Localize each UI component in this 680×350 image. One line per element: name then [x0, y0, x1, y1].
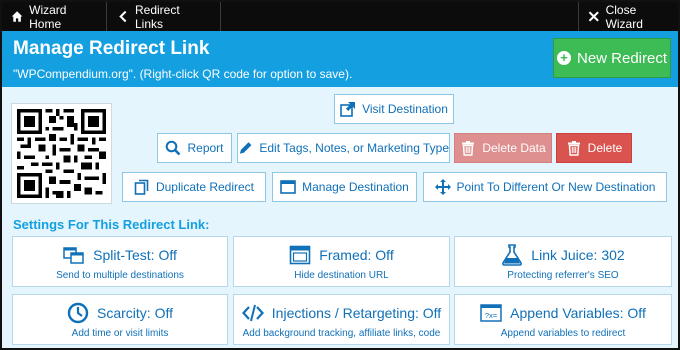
append-variables-desc: Append variables to redirect [500, 328, 626, 339]
close-wizard-button[interactable]: Close Wizard [578, 2, 678, 31]
link-juice-desc: Protecting referrer's SEO [507, 270, 619, 281]
duplicate-icon [134, 179, 149, 195]
scarcity-title: Scarcity: Off [97, 305, 173, 321]
injections-desc: Add background tracking, affiliate links… [242, 328, 441, 339]
scarcity-card[interactable]: Scarcity: Off Add time or visit limits [12, 294, 228, 345]
report-button[interactable]: Report [157, 133, 232, 163]
plus-circle-icon: + [556, 51, 571, 65]
manage-destination-label: Manage Destination [302, 180, 409, 194]
svg-text:?x=: ?x= [485, 311, 498, 320]
split-test-title: Split-Test: Off [93, 247, 177, 263]
report-label: Report [187, 141, 224, 155]
wizard-home-button[interactable]: Wizard Home [2, 2, 107, 31]
redirect-links-label: Redirect Links [135, 2, 180, 31]
point-destination-button[interactable]: Point To Different Or New Destination [423, 172, 667, 202]
trash-icon [567, 141, 580, 156]
framed-window-icon [289, 245, 311, 265]
delete-data-label: Delete Data [482, 141, 546, 155]
close-icon [588, 11, 599, 22]
visit-destination-button[interactable]: Visit Destination [334, 94, 454, 124]
trash-icon [462, 141, 475, 156]
edit-tags-button[interactable]: Edit Tags, Notes, or Marketing Type [237, 133, 450, 163]
variables-icon: ?x= [480, 304, 502, 322]
manage-destination-button[interactable]: Manage Destination [272, 172, 417, 202]
close-wizard-label: Close Wizard [605, 2, 643, 31]
new-redirect-button[interactable]: + New Redirect [553, 38, 671, 78]
point-destination-label: Point To Different Or New Destination [456, 180, 656, 194]
qr-code[interactable] [11, 103, 112, 204]
page-title: Manage Redirect Link [13, 38, 210, 59]
injections-card[interactable]: Injections / Retargeting: Off Add backgr… [233, 294, 450, 345]
duplicate-redirect-button[interactable]: Duplicate Redirect [122, 172, 266, 202]
framed-desc: Hide destination URL [294, 270, 389, 281]
home-icon [11, 11, 23, 22]
scarcity-desc: Add time or visit limits [71, 328, 169, 339]
framed-card[interactable]: Framed: Off Hide destination URL [233, 236, 450, 287]
redirect-links-button[interactable]: Redirect Links [107, 2, 221, 31]
split-test-icon [63, 247, 84, 264]
external-link-icon [340, 102, 356, 117]
search-icon [166, 140, 181, 156]
framed-title: Framed: Off [319, 247, 394, 263]
link-juice-title: Link Juice: 302 [531, 247, 625, 263]
top-nav-bar: Wizard Home Redirect Links Close Wizard [2, 2, 678, 31]
append-variables-title: Append Variables: Off [510, 305, 646, 321]
pencil-icon [239, 142, 252, 154]
edit-tags-label: Edit Tags, Notes, or Marketing Type [259, 141, 449, 155]
duplicate-redirect-label: Duplicate Redirect [155, 180, 255, 194]
qr-code-image [17, 109, 106, 198]
delete-data-button[interactable]: Delete Data [454, 133, 552, 163]
injections-title: Injections / Retargeting: Off [271, 305, 442, 321]
append-variables-card[interactable]: ?x= Append Variables: Off Append variabl… [454, 294, 672, 345]
link-juice-card[interactable]: Link Juice: 302 Protecting referrer's SE… [454, 236, 672, 287]
split-test-desc: Send to multiple destinations [56, 270, 184, 281]
code-icon [241, 304, 264, 322]
wizard-home-label: Wizard Home [29, 2, 67, 31]
visit-destination-label: Visit Destination [362, 102, 448, 116]
wizard-window: Wizard Home Redirect Links Close Wizard … [0, 0, 680, 350]
move-arrows-icon [434, 179, 451, 195]
chevron-left-icon [119, 10, 127, 23]
delete-button[interactable]: Delete [556, 133, 632, 163]
window-icon [280, 180, 296, 194]
delete-label: Delete [587, 141, 623, 155]
page-header: Manage Redirect Link "WPCompendium.org".… [2, 31, 678, 87]
settings-heading: Settings For This Redirect Link: [13, 217, 210, 232]
new-redirect-label: New Redirect [576, 49, 668, 67]
clock-icon [67, 302, 89, 324]
flask-icon [502, 244, 523, 266]
split-test-card[interactable]: Split-Test: Off Send to multiple destina… [12, 236, 228, 287]
page-subtitle: "WPCompendium.org". (Right-click QR code… [13, 67, 353, 81]
